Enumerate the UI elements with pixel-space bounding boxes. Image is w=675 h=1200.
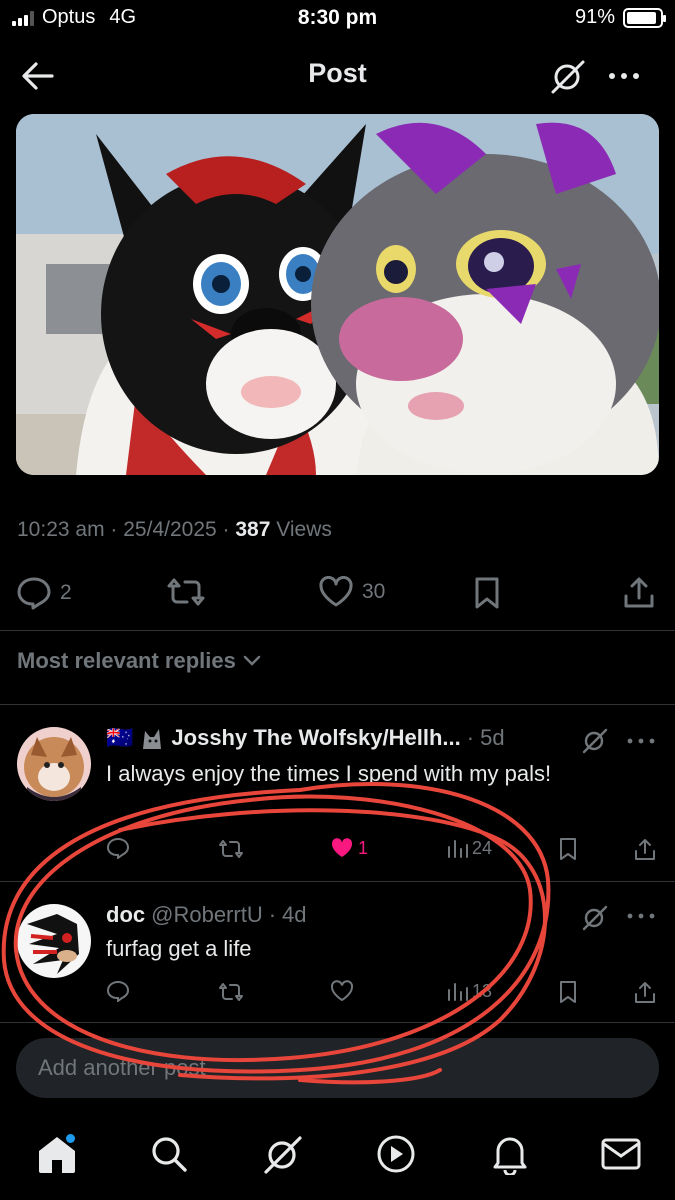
grok-icon[interactable]	[580, 725, 610, 755]
tab-notifications[interactable]	[486, 1130, 534, 1178]
heart-icon	[319, 576, 353, 607]
reply-flags: 🇦🇺	[106, 725, 134, 750]
avatar[interactable]	[17, 727, 91, 801]
reply-handle[interactable]: @RoberrtU	[151, 902, 263, 928]
tab-messages[interactable]	[597, 1130, 645, 1178]
repost-button[interactable]	[218, 838, 244, 860]
battery-percent: 91%	[574, 6, 615, 28]
views-label: Views	[276, 518, 332, 541]
bottom-tab-bar	[0, 1112, 675, 1200]
analytics-icon	[448, 983, 468, 1001]
view-count: 387	[235, 518, 271, 541]
reply-age: 5d	[480, 725, 505, 750]
reply-icon	[17, 577, 51, 610]
tab-home[interactable]	[33, 1130, 81, 1178]
add-post-composer[interactable]	[16, 1038, 659, 1098]
bell-icon	[493, 1137, 527, 1175]
analytics-icon	[448, 840, 468, 858]
status-time: 8:30 pm	[297, 6, 378, 29]
like-count: 30	[362, 580, 386, 603]
view-count: 13	[472, 980, 493, 1001]
replies-sort-dropdown[interactable]: Most relevant replies	[17, 648, 262, 674]
tab-video[interactable]	[372, 1130, 420, 1178]
reply-count: 2	[60, 581, 72, 604]
repost-button[interactable]	[166, 576, 206, 608]
grok-icon[interactable]	[548, 56, 588, 96]
view-count: 24	[472, 837, 493, 858]
heart-filled-icon	[331, 838, 353, 857]
reply-item[interactable]: 🇦🇺 Josshy The Wolfsky/Hellh... · 5d I al…	[0, 705, 675, 881]
post-actions: 2 30	[0, 570, 675, 614]
reply-header: 🇦🇺 Josshy The Wolfsky/Hellh... · 5d	[106, 725, 505, 751]
share-button[interactable]	[622, 576, 656, 610]
like-button[interactable]	[330, 980, 358, 1002]
reply-button[interactable]: 2	[16, 576, 72, 610]
reply-display-name[interactable]: doc	[106, 902, 145, 928]
battery-icon	[623, 7, 666, 28]
share-icon	[635, 839, 655, 860]
more-horizontal-icon[interactable]	[624, 731, 658, 751]
reply-text: I always enjoy the times I spend with my…	[106, 761, 552, 786]
repost-icon	[219, 983, 243, 1001]
bookmark-icon	[560, 838, 576, 860]
like-button[interactable]: 30	[318, 576, 385, 608]
like-count: 1	[358, 837, 369, 858]
divider	[0, 1022, 675, 1023]
reply-header: doc @RoberrtU · 4d	[106, 902, 307, 928]
play-circle-icon	[377, 1135, 415, 1173]
reply-text: furfag get a life	[106, 936, 252, 961]
bookmark-icon	[560, 981, 576, 1003]
repost-icon	[167, 578, 205, 606]
reply-age: 4d	[282, 902, 307, 927]
heart-icon	[330, 980, 354, 1002]
post-time: 10:23 am	[17, 518, 105, 541]
grok-icon[interactable]	[580, 902, 610, 932]
bookmark-icon	[475, 577, 499, 609]
reply-icon	[106, 837, 130, 859]
bookmark-button[interactable]	[558, 837, 578, 861]
share-icon	[624, 577, 654, 608]
avatar[interactable]	[17, 904, 91, 978]
status-bar: Optus 4G 8:30 pm 91%	[0, 0, 675, 40]
grok-icon	[264, 1136, 302, 1174]
share-button[interactable]	[634, 837, 656, 861]
post-meta: 10:23 am · 25/4/2025 · 387 Views	[17, 518, 332, 541]
status-right: 91%	[574, 6, 666, 29]
divider	[0, 630, 675, 631]
repost-button[interactable]	[218, 981, 244, 1003]
more-horizontal-icon[interactable]	[624, 906, 658, 926]
add-post-input[interactable]	[38, 1038, 638, 1098]
like-button[interactable]: 1	[330, 837, 368, 859]
views-button[interactable]: 24	[446, 837, 492, 859]
post-media-image[interactable]	[16, 114, 659, 475]
views-button[interactable]: 13	[446, 980, 492, 1002]
bookmark-button[interactable]	[558, 980, 578, 1004]
chevron-down-icon	[243, 655, 261, 666]
wolf-emoji-icon	[143, 729, 162, 749]
search-icon	[152, 1137, 187, 1172]
reply-item[interactable]: doc @RoberrtU · 4d furfag get a life 13	[0, 882, 675, 1022]
bookmark-button[interactable]	[472, 576, 502, 610]
share-button[interactable]	[634, 980, 656, 1004]
reply-display-name[interactable]: Josshy The Wolfsky/Hellh...	[171, 725, 460, 751]
replies-sort-label: Most relevant replies	[17, 648, 236, 673]
share-icon	[635, 982, 655, 1003]
top-header: Post	[0, 44, 675, 108]
repost-icon	[219, 840, 243, 858]
reply-button[interactable]	[106, 837, 130, 859]
tab-grok[interactable]	[259, 1130, 307, 1178]
more-horizontal-icon[interactable]	[604, 58, 644, 94]
reply-icon	[106, 980, 130, 1002]
notification-dot	[66, 1134, 75, 1143]
mail-icon	[601, 1138, 641, 1170]
post-date: 25/4/2025	[123, 518, 217, 541]
reply-button[interactable]	[106, 980, 130, 1002]
tab-search[interactable]	[145, 1130, 193, 1178]
